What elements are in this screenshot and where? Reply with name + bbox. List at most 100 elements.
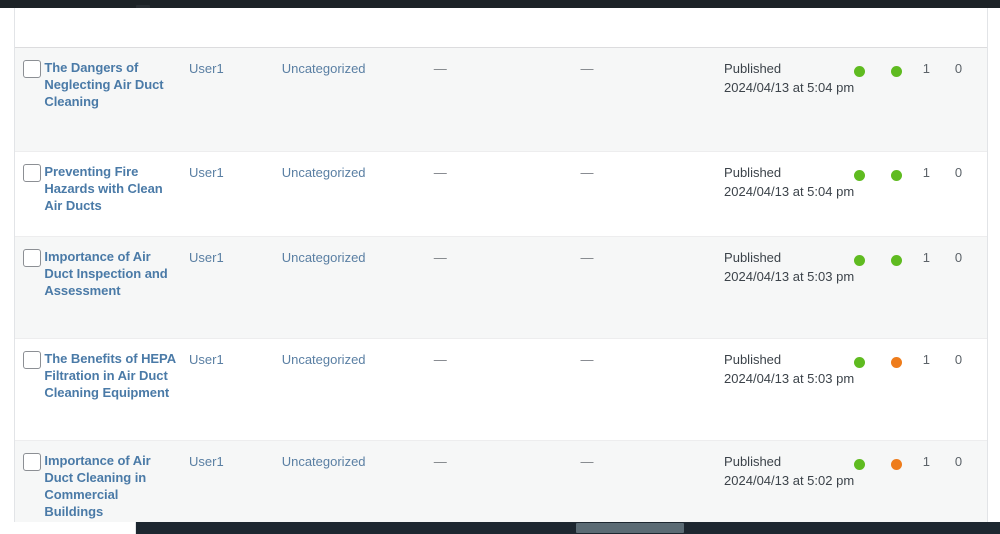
readability-score-cell <box>854 152 891 183</box>
post-author-link[interactable]: User1 <box>189 352 224 367</box>
seo-score-dot-icon <box>890 356 902 368</box>
outgoing-links-count: 1 <box>922 165 931 180</box>
post-category-link[interactable]: Uncategorized <box>282 352 366 367</box>
post-status-text: Published <box>724 250 782 265</box>
post-seo-cell: — <box>576 441 725 472</box>
post-category-link[interactable]: Uncategorized <box>282 250 366 265</box>
post-categories-cell: Uncategorized <box>282 152 429 183</box>
row-select-cell <box>15 48 44 78</box>
outgoing-links-cell: 1 <box>923 152 955 183</box>
post-status-text: Published <box>724 165 782 180</box>
post-tags-cell: — <box>429 48 576 79</box>
outgoing-links-cell: 1 <box>923 339 955 370</box>
table-row[interactable]: Importance of Air Duct Cleaning in Comme… <box>15 440 987 522</box>
table-row[interactable]: The Dangers of Neglecting Air Duct Clean… <box>15 47 987 151</box>
incoming-links-cell: 0 <box>955 48 987 79</box>
post-tags-cell: — <box>429 152 576 183</box>
row-checkbox[interactable] <box>23 453 41 471</box>
top-window-chrome <box>0 0 1000 14</box>
post-date-cell: Published 2024/04/13 at 5:03 pm <box>724 339 854 388</box>
incoming-links-cell: 0 <box>955 441 987 472</box>
incoming-links-cell: 0 <box>955 152 987 183</box>
post-date-text: 2024/04/13 at 5:04 pm <box>724 184 855 199</box>
post-categories-cell: Uncategorized <box>282 339 429 370</box>
outgoing-links-count: 1 <box>922 250 931 265</box>
post-author-cell: User1 <box>189 441 282 472</box>
seo-score-dot-icon <box>890 458 902 470</box>
readability-score-dot-icon <box>854 458 866 470</box>
incoming-links-count: 0 <box>954 61 963 76</box>
post-seo-empty: — <box>580 454 594 469</box>
post-tags-cell: — <box>429 237 576 268</box>
bottom-left-panel-edge <box>0 522 136 534</box>
post-title-link[interactable]: Importance of Air Duct Inspection and As… <box>44 248 179 299</box>
post-title-cell: Preventing Fire Hazards with Clean Air D… <box>44 152 189 214</box>
seo-score-cell <box>890 48 923 79</box>
readability-score-cell <box>854 339 891 370</box>
readability-score-dot-icon <box>854 356 866 368</box>
outgoing-links-count: 1 <box>922 352 931 367</box>
table-row[interactable]: The Benefits of HEPA Filtration in Air D… <box>15 338 987 440</box>
post-tags-cell: — <box>429 441 576 472</box>
outgoing-links-cell: 1 <box>923 237 955 268</box>
post-date-cell: Published 2024/04/13 at 5:04 pm <box>724 152 854 201</box>
outgoing-links-cell: 1 <box>923 48 955 79</box>
row-checkbox[interactable] <box>23 164 41 182</box>
post-category-link[interactable]: Uncategorized <box>282 165 366 180</box>
post-author-cell: User1 <box>189 237 282 268</box>
outgoing-links-count: 1 <box>922 454 931 469</box>
row-select-cell <box>15 441 44 471</box>
table-row[interactable]: Preventing Fire Hazards with Clean Air D… <box>15 151 987 236</box>
post-author-link[interactable]: User1 <box>189 454 224 469</box>
post-title-cell: The Benefits of HEPA Filtration in Air D… <box>44 339 189 401</box>
post-status-text: Published <box>724 454 782 469</box>
post-title-link[interactable]: The Dangers of Neglecting Air Duct Clean… <box>44 59 179 110</box>
post-categories-cell: Uncategorized <box>282 441 429 472</box>
bottom-window-chrome <box>136 522 1000 534</box>
row-select-cell <box>15 237 44 267</box>
post-author-cell: User1 <box>189 339 282 370</box>
readability-score-cell <box>854 441 891 472</box>
post-tags-empty: — <box>433 454 447 469</box>
post-author-link[interactable]: User1 <box>189 61 224 76</box>
readability-score-dot-icon <box>854 65 866 77</box>
row-checkbox[interactable] <box>23 60 41 78</box>
post-date-text: 2024/04/13 at 5:03 pm <box>724 371 855 386</box>
post-date-text: 2024/04/13 at 5:04 pm <box>724 80 855 95</box>
post-title-link[interactable]: Preventing Fire Hazards with Clean Air D… <box>44 163 179 214</box>
table-top-partial-row <box>15 8 987 47</box>
post-author-link[interactable]: User1 <box>189 250 224 265</box>
post-seo-empty: — <box>580 250 594 265</box>
incoming-links-cell: 0 <box>955 237 987 268</box>
seo-score-cell <box>890 339 923 370</box>
table-row[interactable]: Importance of Air Duct Inspection and As… <box>15 236 987 338</box>
readability-score-dot-icon <box>854 169 866 181</box>
readability-score-cell <box>854 48 891 79</box>
post-author-cell: User1 <box>189 152 282 183</box>
incoming-links-count: 0 <box>954 352 963 367</box>
post-seo-empty: — <box>580 165 594 180</box>
post-category-link[interactable]: Uncategorized <box>282 454 366 469</box>
post-author-cell: User1 <box>189 48 282 79</box>
post-categories-cell: Uncategorized <box>282 237 429 268</box>
outgoing-links-count: 1 <box>922 61 931 76</box>
horizontal-scrollbar-thumb[interactable] <box>576 523 684 533</box>
seo-score-dot-icon <box>890 254 902 266</box>
post-tags-cell: — <box>429 339 576 370</box>
post-title-cell: The Dangers of Neglecting Air Duct Clean… <box>44 48 189 110</box>
post-tags-empty: — <box>433 250 447 265</box>
post-date-cell: Published 2024/04/13 at 5:03 pm <box>724 237 854 286</box>
post-author-link[interactable]: User1 <box>189 165 224 180</box>
post-category-link[interactable]: Uncategorized <box>282 61 366 76</box>
row-checkbox[interactable] <box>23 351 41 369</box>
row-checkbox[interactable] <box>23 249 41 267</box>
seo-score-cell <box>890 237 923 268</box>
post-date-cell: Published 2024/04/13 at 5:02 pm <box>724 441 854 490</box>
incoming-links-count: 0 <box>954 454 963 469</box>
post-tags-empty: — <box>433 352 447 367</box>
post-title-link[interactable]: The Benefits of HEPA Filtration in Air D… <box>44 350 179 401</box>
post-title-link[interactable]: Importance of Air Duct Cleaning in Comme… <box>44 452 179 520</box>
post-date-text: 2024/04/13 at 5:02 pm <box>724 473 855 488</box>
posts-list-table: The Dangers of Neglecting Air Duct Clean… <box>15 47 987 522</box>
outgoing-links-cell: 1 <box>923 441 955 472</box>
